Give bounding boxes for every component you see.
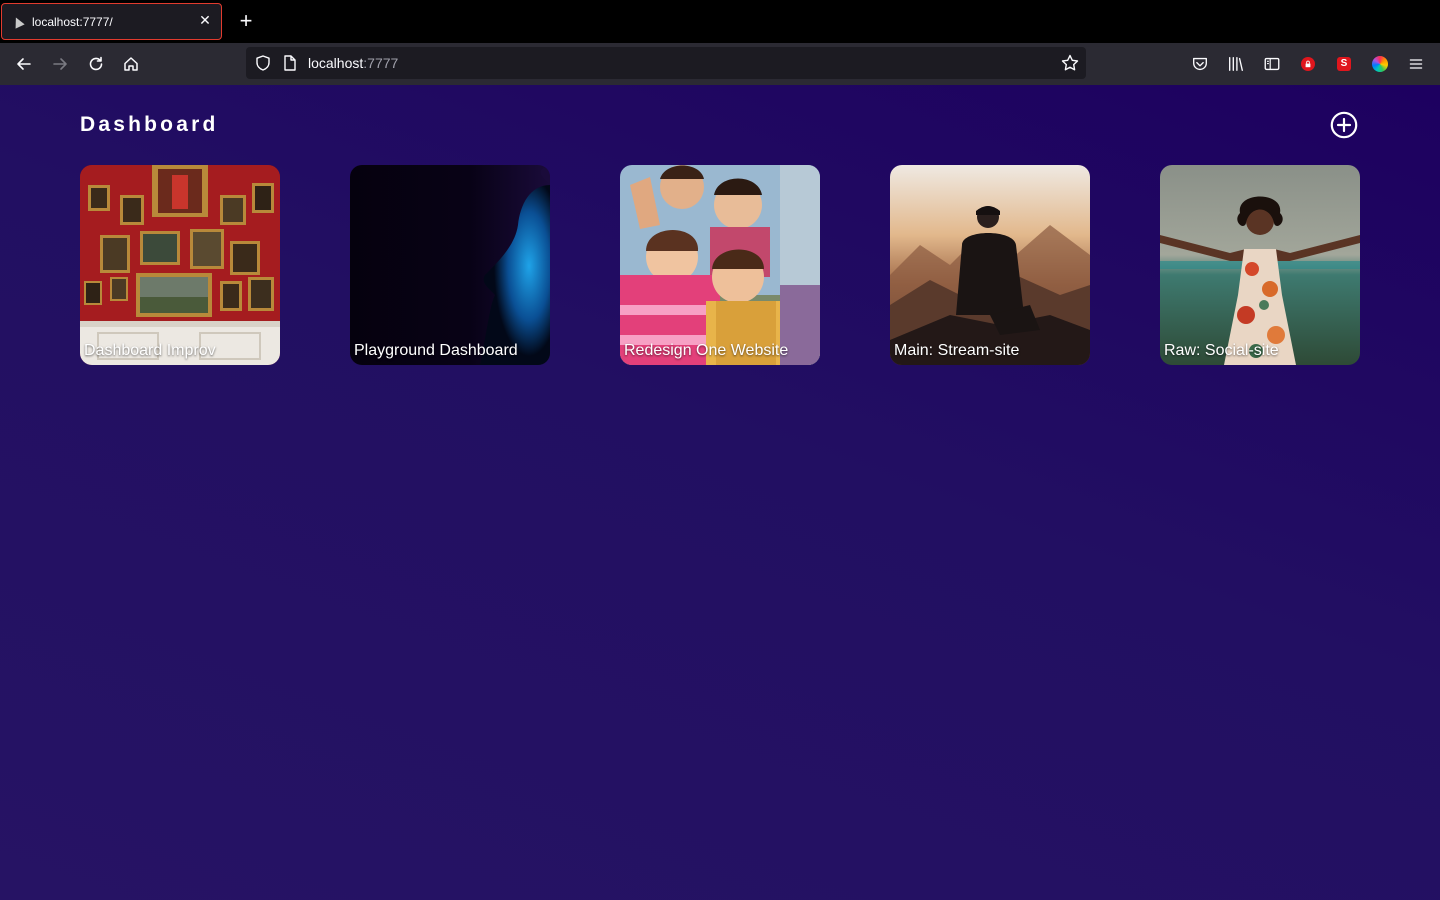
reload-icon [89,56,103,71]
browser-tab[interactable]: localhost:7777/ ✕ [1,3,222,40]
pocket-button[interactable] [1190,54,1210,74]
page-icon[interactable] [282,54,298,72]
favicon-icon [11,15,25,29]
back-icon [17,58,31,70]
children-image [620,165,820,365]
project-card[interactable]: Main: Stream-site [890,165,1090,365]
bookmark-star-icon[interactable] [1060,53,1080,73]
tab-bar: localhost:7777/ ✕ + [0,0,1440,43]
address-bar[interactable]: localhost:7777 [246,47,1086,79]
reload-button[interactable] [84,52,108,76]
back-button[interactable] [12,52,36,76]
card-label: Playground Dashboard [354,342,518,359]
s-extension-button[interactable]: S [1334,54,1354,74]
close-tab-icon[interactable]: ✕ [197,12,213,28]
mountain-image [890,165,1090,365]
library-button[interactable] [1226,54,1246,74]
lock-extension-button[interactable] [1298,54,1318,74]
navigation-toolbar: localhost:7777 S [0,43,1440,85]
card-label: Redesign One Website [624,342,789,359]
sidebar-button[interactable] [1262,54,1282,74]
project-card[interactable]: Playground Dashboard [350,165,550,365]
url-port: :7777 [363,55,399,71]
woman-field-image [1160,165,1360,365]
url-host: localhost [308,55,364,71]
menu-button[interactable] [1406,54,1426,74]
tab-title: localhost:7777/ [32,15,113,29]
page-title: Dashboard [80,113,219,136]
project-card[interactable]: Dashboard Improv [80,165,280,365]
s-extension-icon: S [1337,57,1351,71]
project-card[interactable]: Redesign One Website [620,165,820,365]
color-wheel-button[interactable] [1370,54,1390,74]
shield-icon[interactable] [254,54,272,72]
lock-extension-icon [1301,57,1315,71]
card-label: Raw: Social-site [1164,342,1279,359]
sidebar-icon [1264,57,1280,71]
home-button[interactable] [119,52,143,76]
color-wheel-icon [1372,56,1388,72]
forward-icon [53,58,67,70]
new-tab-button[interactable]: + [235,10,257,32]
home-icon [124,57,138,71]
forward-button[interactable] [48,52,72,76]
library-icon [1229,57,1243,71]
add-circle-icon[interactable] [1330,111,1358,139]
card-label: Main: Stream-site [894,342,1020,359]
portrait-image [350,165,550,365]
card-label: Dashboard Improv [84,342,216,359]
pocket-icon [1193,57,1207,71]
project-card[interactable]: Raw: Social-site [1160,165,1360,365]
menu-icon [1409,59,1423,69]
gallery-image [80,165,280,365]
dashboard-page: Dashboard Dashboard Improv Playground Da… [0,85,1440,900]
url-text[interactable]: localhost:7777 [308,55,398,71]
